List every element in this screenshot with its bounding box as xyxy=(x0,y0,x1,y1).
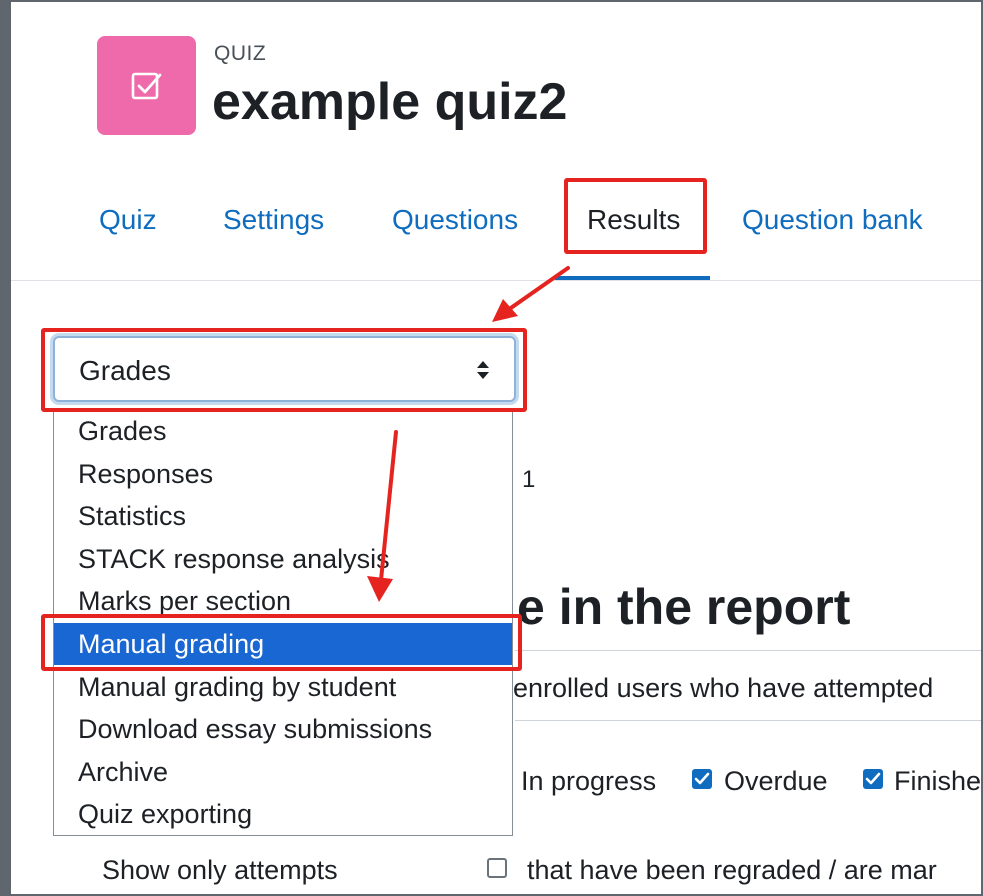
arrow-head-select xyxy=(492,299,518,322)
option-statistics[interactable]: Statistics xyxy=(54,495,512,537)
report-section-heading: e in the report xyxy=(517,579,851,635)
attempt-count-fragment: 1 xyxy=(522,466,536,493)
option-responses[interactable]: Responses xyxy=(54,453,512,495)
tab-quiz[interactable]: Quiz xyxy=(99,204,157,236)
divider xyxy=(11,280,981,281)
tab-questions[interactable]: Questions xyxy=(392,204,518,236)
option-manual-grading-by-student[interactable]: Manual grading by student xyxy=(54,666,512,708)
option-archive[interactable]: Archive xyxy=(54,751,512,793)
regraded-label: that have been regraded / are mar xyxy=(527,855,937,885)
report-select-highlight xyxy=(41,328,527,412)
quiz-icon xyxy=(97,36,196,135)
divider xyxy=(515,650,981,651)
tab-question-bank[interactable]: Question bank xyxy=(742,204,923,236)
state-overdue-label: Overdue xyxy=(724,766,828,796)
divider xyxy=(515,720,981,721)
secondary-navigation: Quiz Settings Questions Results Question… xyxy=(0,178,983,282)
results-tab-highlight xyxy=(564,178,707,254)
state-in-progress-label: In progress xyxy=(521,766,657,796)
module-type-label: QUIZ xyxy=(214,42,267,65)
state-finished-label: Finishe xyxy=(894,766,982,796)
attempts-from-text: enrolled users who have attempted xyxy=(513,673,934,703)
regraded-checkbox[interactable] xyxy=(487,858,507,878)
option-download-essay-submissions[interactable]: Download essay submissions xyxy=(54,708,512,750)
show-only-attempts-label: Show only attempts xyxy=(102,855,338,885)
tab-settings[interactable]: Settings xyxy=(223,204,324,236)
manual-grading-highlight xyxy=(41,614,522,671)
page-title: example quiz2 xyxy=(212,73,568,131)
option-grades[interactable]: Grades xyxy=(54,410,512,452)
overdue-checkbox[interactable] xyxy=(692,769,712,789)
option-quiz-exporting[interactable]: Quiz exporting xyxy=(54,793,512,835)
finished-checkbox[interactable] xyxy=(863,769,883,789)
option-stack-response-analysis[interactable]: STACK response analysis xyxy=(54,538,512,580)
